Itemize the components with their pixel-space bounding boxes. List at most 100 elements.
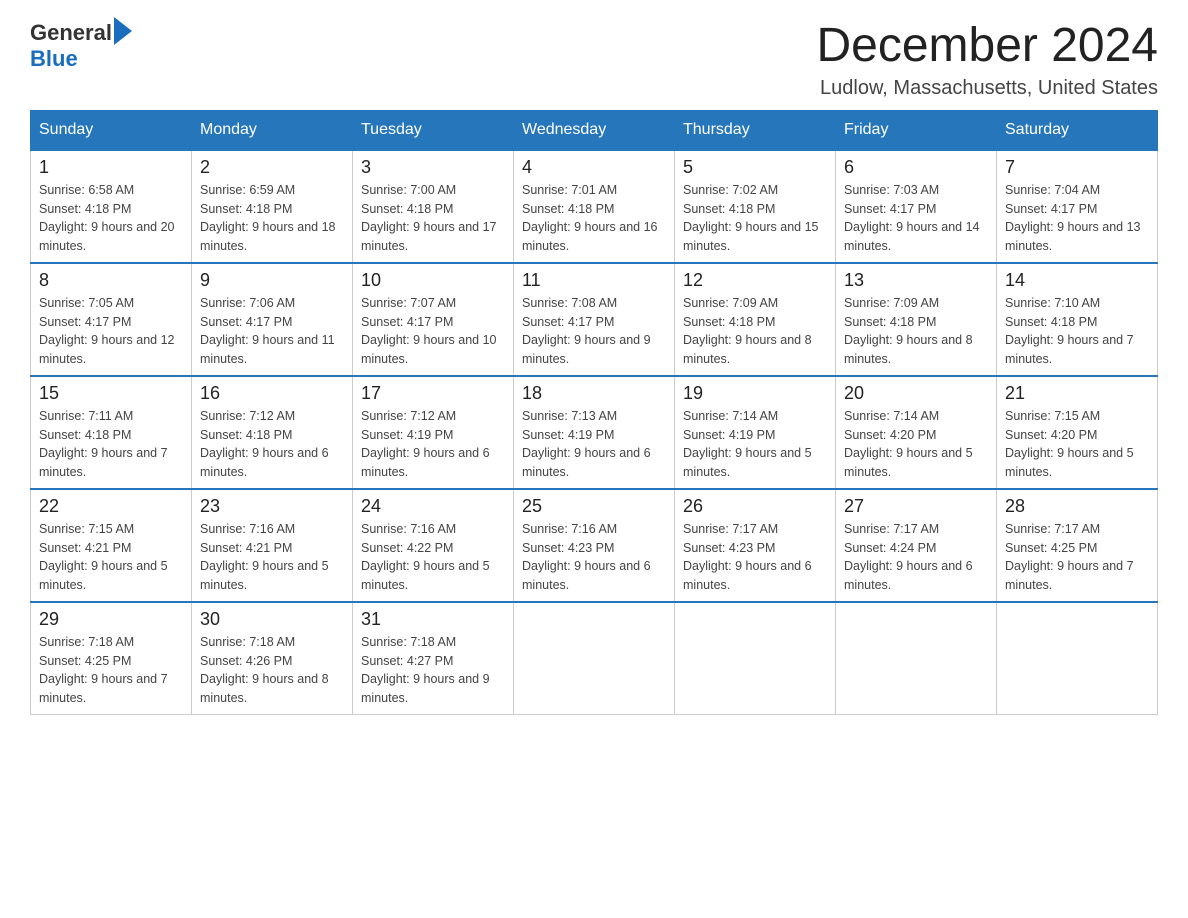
day-number: 23 bbox=[200, 496, 344, 517]
day-info: Sunrise: 7:03 AMSunset: 4:17 PMDaylight:… bbox=[844, 181, 988, 256]
day-cell-7: 7 Sunrise: 7:04 AMSunset: 4:17 PMDaylight… bbox=[997, 150, 1158, 263]
logo: General Blue bbox=[30, 20, 132, 72]
day-info: Sunrise: 7:15 AMSunset: 4:21 PMDaylight:… bbox=[39, 520, 183, 595]
day-number: 5 bbox=[683, 157, 827, 178]
day-info: Sunrise: 7:18 AMSunset: 4:25 PMDaylight:… bbox=[39, 633, 183, 708]
day-info: Sunrise: 7:04 AMSunset: 4:17 PMDaylight:… bbox=[1005, 181, 1149, 256]
day-number: 2 bbox=[200, 157, 344, 178]
day-number: 7 bbox=[1005, 157, 1149, 178]
day-cell-3: 3 Sunrise: 7:00 AMSunset: 4:18 PMDaylight… bbox=[353, 150, 514, 263]
day-cell-10: 10 Sunrise: 7:07 AMSunset: 4:17 PMDayligh… bbox=[353, 263, 514, 376]
day-cell-5: 5 Sunrise: 7:02 AMSunset: 4:18 PMDaylight… bbox=[675, 150, 836, 263]
day-cell-12: 12 Sunrise: 7:09 AMSunset: 4:18 PMDayligh… bbox=[675, 263, 836, 376]
day-cell-29: 29 Sunrise: 7:18 AMSunset: 4:25 PMDayligh… bbox=[31, 602, 192, 715]
day-number: 4 bbox=[522, 157, 666, 178]
day-number: 12 bbox=[683, 270, 827, 291]
day-number: 29 bbox=[39, 609, 183, 630]
day-info: Sunrise: 7:17 AMSunset: 4:23 PMDaylight:… bbox=[683, 520, 827, 595]
day-info: Sunrise: 7:12 AMSunset: 4:19 PMDaylight:… bbox=[361, 407, 505, 482]
day-info: Sunrise: 6:58 AMSunset: 4:18 PMDaylight:… bbox=[39, 181, 183, 256]
day-number: 21 bbox=[1005, 383, 1149, 404]
day-cell-6: 6 Sunrise: 7:03 AMSunset: 4:17 PMDaylight… bbox=[836, 150, 997, 263]
day-cell-9: 9 Sunrise: 7:06 AMSunset: 4:17 PMDaylight… bbox=[192, 263, 353, 376]
day-number: 18 bbox=[522, 383, 666, 404]
day-info: Sunrise: 7:14 AMSunset: 4:20 PMDaylight:… bbox=[844, 407, 988, 482]
day-number: 28 bbox=[1005, 496, 1149, 517]
day-cell-2: 2 Sunrise: 6:59 AMSunset: 4:18 PMDaylight… bbox=[192, 150, 353, 263]
day-info: Sunrise: 7:05 AMSunset: 4:17 PMDaylight:… bbox=[39, 294, 183, 369]
day-info: Sunrise: 7:00 AMSunset: 4:18 PMDaylight:… bbox=[361, 181, 505, 256]
day-info: Sunrise: 7:07 AMSunset: 4:17 PMDaylight:… bbox=[361, 294, 505, 369]
day-cell-18: 18 Sunrise: 7:13 AMSunset: 4:19 PMDayligh… bbox=[514, 376, 675, 489]
weekday-header-saturday: Saturday bbox=[997, 110, 1158, 150]
weekday-header-friday: Friday bbox=[836, 110, 997, 150]
day-number: 26 bbox=[683, 496, 827, 517]
day-number: 22 bbox=[39, 496, 183, 517]
day-info: Sunrise: 7:01 AMSunset: 4:18 PMDaylight:… bbox=[522, 181, 666, 256]
weekday-header-sunday: Sunday bbox=[31, 110, 192, 150]
day-info: Sunrise: 7:17 AMSunset: 4:24 PMDaylight:… bbox=[844, 520, 988, 595]
day-info: Sunrise: 7:06 AMSunset: 4:17 PMDaylight:… bbox=[200, 294, 344, 369]
day-number: 9 bbox=[200, 270, 344, 291]
day-cell-20: 20 Sunrise: 7:14 AMSunset: 4:20 PMDayligh… bbox=[836, 376, 997, 489]
day-info: Sunrise: 7:18 AMSunset: 4:27 PMDaylight:… bbox=[361, 633, 505, 708]
day-cell-24: 24 Sunrise: 7:16 AMSunset: 4:22 PMDayligh… bbox=[353, 489, 514, 602]
empty-cell bbox=[514, 602, 675, 715]
day-cell-28: 28 Sunrise: 7:17 AMSunset: 4:25 PMDayligh… bbox=[997, 489, 1158, 602]
day-cell-14: 14 Sunrise: 7:10 AMSunset: 4:18 PMDayligh… bbox=[997, 263, 1158, 376]
day-cell-1: 1Sunrise: 6:58 AMSunset: 4:18 PMDaylight… bbox=[31, 150, 192, 263]
day-cell-23: 23 Sunrise: 7:16 AMSunset: 4:21 PMDayligh… bbox=[192, 489, 353, 602]
day-cell-27: 27 Sunrise: 7:17 AMSunset: 4:24 PMDayligh… bbox=[836, 489, 997, 602]
day-number: 14 bbox=[1005, 270, 1149, 291]
day-number: 31 bbox=[361, 609, 505, 630]
day-info: Sunrise: 7:17 AMSunset: 4:25 PMDaylight:… bbox=[1005, 520, 1149, 595]
logo-text-blue: Blue bbox=[30, 46, 78, 72]
weekday-header-row: SundayMondayTuesdayWednesdayThursdayFrid… bbox=[31, 110, 1158, 150]
day-number: 27 bbox=[844, 496, 988, 517]
day-info: Sunrise: 7:12 AMSunset: 4:18 PMDaylight:… bbox=[200, 407, 344, 482]
day-cell-8: 8 Sunrise: 7:05 AMSunset: 4:17 PMDaylight… bbox=[31, 263, 192, 376]
day-number: 10 bbox=[361, 270, 505, 291]
day-cell-4: 4 Sunrise: 7:01 AMSunset: 4:18 PMDaylight… bbox=[514, 150, 675, 263]
calendar-table: SundayMondayTuesdayWednesdayThursdayFrid… bbox=[30, 110, 1158, 715]
day-info: Sunrise: 7:16 AMSunset: 4:22 PMDaylight:… bbox=[361, 520, 505, 595]
day-cell-17: 17Sunrise: 7:12 AMSunset: 4:19 PMDayligh… bbox=[353, 376, 514, 489]
weekday-header-tuesday: Tuesday bbox=[353, 110, 514, 150]
day-cell-19: 19Sunrise: 7:14 AMSunset: 4:19 PMDayligh… bbox=[675, 376, 836, 489]
week-row-4: 22 Sunrise: 7:15 AMSunset: 4:21 PMDayligh… bbox=[31, 489, 1158, 602]
day-info: Sunrise: 7:09 AMSunset: 4:18 PMDaylight:… bbox=[683, 294, 827, 369]
day-cell-13: 13 Sunrise: 7:09 AMSunset: 4:18 PMDayligh… bbox=[836, 263, 997, 376]
day-info: Sunrise: 7:16 AMSunset: 4:21 PMDaylight:… bbox=[200, 520, 344, 595]
day-number: 24 bbox=[361, 496, 505, 517]
day-info: Sunrise: 7:18 AMSunset: 4:26 PMDaylight:… bbox=[200, 633, 344, 708]
day-cell-30: 30 Sunrise: 7:18 AMSunset: 4:26 PMDayligh… bbox=[192, 602, 353, 715]
week-row-5: 29 Sunrise: 7:18 AMSunset: 4:25 PMDayligh… bbox=[31, 602, 1158, 715]
empty-cell bbox=[836, 602, 997, 715]
weekday-header-thursday: Thursday bbox=[675, 110, 836, 150]
day-number: 3 bbox=[361, 157, 505, 178]
day-info: Sunrise: 7:09 AMSunset: 4:18 PMDaylight:… bbox=[844, 294, 988, 369]
day-info: Sunrise: 7:15 AMSunset: 4:20 PMDaylight:… bbox=[1005, 407, 1149, 482]
day-cell-22: 22 Sunrise: 7:15 AMSunset: 4:21 PMDayligh… bbox=[31, 489, 192, 602]
day-number: 11 bbox=[522, 270, 666, 291]
day-info: Sunrise: 6:59 AMSunset: 4:18 PMDaylight:… bbox=[200, 181, 344, 256]
day-number: 13 bbox=[844, 270, 988, 291]
day-number: 6 bbox=[844, 157, 988, 178]
day-info: Sunrise: 7:10 AMSunset: 4:18 PMDaylight:… bbox=[1005, 294, 1149, 369]
day-number: 20 bbox=[844, 383, 988, 404]
week-row-3: 15Sunrise: 7:11 AMSunset: 4:18 PMDayligh… bbox=[31, 376, 1158, 489]
week-row-2: 8 Sunrise: 7:05 AMSunset: 4:17 PMDaylight… bbox=[31, 263, 1158, 376]
day-cell-15: 15Sunrise: 7:11 AMSunset: 4:18 PMDayligh… bbox=[31, 376, 192, 489]
day-info: Sunrise: 7:02 AMSunset: 4:18 PMDaylight:… bbox=[683, 181, 827, 256]
weekday-header-wednesday: Wednesday bbox=[514, 110, 675, 150]
empty-cell bbox=[675, 602, 836, 715]
day-number: 8 bbox=[39, 270, 183, 291]
day-info: Sunrise: 7:13 AMSunset: 4:19 PMDaylight:… bbox=[522, 407, 666, 482]
day-number: 19 bbox=[683, 383, 827, 404]
day-number: 16 bbox=[200, 383, 344, 404]
day-cell-25: 25 Sunrise: 7:16 AMSunset: 4:23 PMDayligh… bbox=[514, 489, 675, 602]
day-number: 25 bbox=[522, 496, 666, 517]
day-info: Sunrise: 7:16 AMSunset: 4:23 PMDaylight:… bbox=[522, 520, 666, 595]
day-number: 30 bbox=[200, 609, 344, 630]
weekday-header-monday: Monday bbox=[192, 110, 353, 150]
